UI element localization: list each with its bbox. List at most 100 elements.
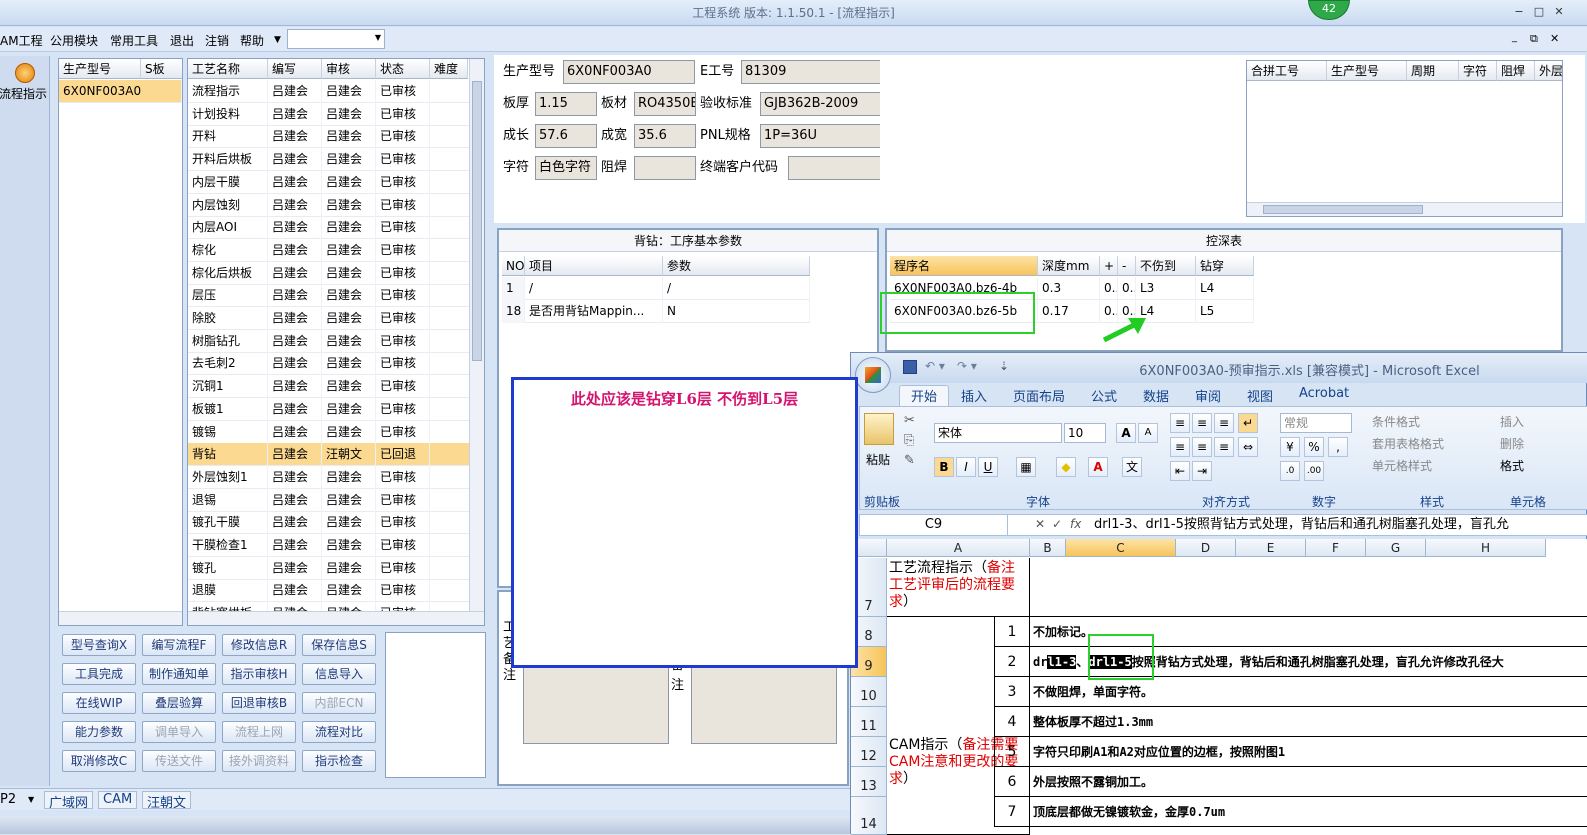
col-header-merge-number[interactable]: 合拼工号: [1247, 61, 1327, 81]
align-center-icon[interactable]: ≡: [1192, 437, 1212, 457]
save-icon[interactable]: [903, 360, 917, 374]
status-tab-user[interactable]: 汪朝文: [142, 791, 192, 811]
cell-b7-merged[interactable]: [1030, 558, 1587, 617]
delete-cells-button[interactable]: 删除: [1500, 435, 1524, 452]
table-row[interactable]: 干膜检查1 吕建会 吕建会 已审核: [188, 534, 469, 557]
scrollbar-thumb[interactable]: [472, 81, 482, 361]
bold-button[interactable]: B: [934, 457, 954, 477]
menu-item-logout[interactable]: 注销: [205, 32, 229, 49]
table-row[interactable]: 除胶 吕建会 吕建会 已审核: [188, 307, 469, 330]
copy-icon[interactable]: ⎘: [904, 433, 914, 448]
table-row[interactable]: 棕化 吕建会 吕建会 已审核: [188, 238, 469, 262]
material-field[interactable]: RO4350B: [634, 92, 696, 116]
table-row[interactable]: 退锡 吕建会 吕建会 已审核: [188, 488, 469, 512]
item-number[interactable]: 4: [994, 707, 1030, 737]
comma-icon[interactable]: ,: [1328, 437, 1348, 457]
wrap-text-icon[interactable]: ↵: [1238, 413, 1258, 433]
col-header-program[interactable]: 程序名: [890, 256, 1038, 276]
item-number[interactable]: 7: [994, 797, 1030, 827]
fill-color-icon[interactable]: ◆: [1056, 457, 1076, 477]
menu-item-help[interactable]: 帮助: [240, 32, 264, 49]
col-header-plus[interactable]: +: [1100, 256, 1118, 276]
format-as-table-button[interactable]: 套用表格格式: [1372, 435, 1444, 452]
table-row[interactable]: 板镀1 吕建会 吕建会 已审核: [188, 397, 469, 421]
col-header-g[interactable]: G: [1366, 539, 1426, 557]
table-row[interactable]: 镀锡 吕建会 吕建会 已审核: [188, 420, 469, 444]
menu-item-common-module[interactable]: 公用模块: [50, 32, 98, 49]
width-field[interactable]: 35.6: [634, 124, 696, 148]
action-button[interactable]: 指示审核H: [222, 663, 296, 685]
align-left-icon[interactable]: ≡: [1170, 437, 1190, 457]
action-button[interactable]: 指示检查: [302, 750, 376, 772]
table-row[interactable]: 计划投料 吕建会 吕建会 已审核: [188, 102, 469, 126]
table-row[interactable]: 18 是否用背钻Mappin... N: [502, 300, 810, 323]
action-button[interactable]: 信息导入: [302, 663, 376, 685]
action-button[interactable]: 取消修改C: [62, 750, 136, 772]
item-number[interactable]: 1: [994, 617, 1030, 647]
item-text[interactable]: 字符只印刷A1和A2对应位置的边框，按照附图1: [1030, 737, 1587, 767]
tab-insert[interactable]: 插入: [961, 386, 987, 405]
underline-button[interactable]: U: [978, 457, 998, 477]
status-tab-network[interactable]: 广域网: [44, 791, 94, 811]
model-field[interactable]: 6X0NF003A0: [563, 60, 695, 84]
process-remark-field[interactable]: [523, 664, 669, 744]
maximize-icon[interactable]: □: [1532, 5, 1546, 19]
col-header-c[interactable]: C: [1066, 539, 1176, 557]
col-header-character[interactable]: 字符: [1459, 61, 1497, 81]
col-header-f[interactable]: F: [1306, 539, 1366, 557]
function-icon[interactable]: fx: [1070, 517, 1081, 531]
e-number-field[interactable]: 81309: [741, 60, 883, 84]
col-header-drill-through[interactable]: 钻穿: [1196, 256, 1254, 276]
mdi-close-icon[interactable]: ✕: [1550, 32, 1559, 45]
cancel-icon[interactable]: ✕: [1035, 517, 1045, 531]
col-header-outer[interactable]: 外层: [1535, 61, 1562, 81]
item-number[interactable]: 6: [994, 767, 1030, 797]
table-row[interactable]: 层压 吕建会 吕建会 已审核: [188, 284, 469, 308]
undo-icon[interactable]: ↶ ▾: [925, 359, 945, 373]
item-text[interactable]: 外层按照不露铜加工。: [1030, 767, 1587, 797]
tab-page-layout[interactable]: 页面布局: [1013, 386, 1065, 405]
redo-icon[interactable]: ↷ ▾: [957, 359, 977, 373]
action-button[interactable]: 保存信息S: [302, 634, 376, 656]
action-button[interactable]: 修改信息R: [222, 634, 296, 656]
italic-button[interactable]: I: [956, 457, 976, 477]
align-top-icon[interactable]: ≡: [1170, 413, 1190, 433]
table-row[interactable]: 内层AOI 吕建会 吕建会 已审核: [188, 216, 469, 240]
grow-font-icon[interactable]: A: [1116, 423, 1136, 443]
currency-icon[interactable]: ¥: [1280, 437, 1300, 457]
process-instruction-button[interactable]: 流程指示: [0, 60, 47, 106]
mdi-minimize-icon[interactable]: _: [1512, 32, 1517, 43]
format-cells-button[interactable]: 格式: [1500, 457, 1524, 474]
action-button[interactable]: 工具完成: [62, 663, 136, 685]
table-row[interactable]: 退膜 吕建会 吕建会 已审核: [188, 579, 469, 603]
item-number[interactable]: 3: [994, 677, 1030, 707]
table-row[interactable]: 树脂钻孔 吕建会 吕建会 已审核: [188, 329, 469, 353]
col-header-mask[interactable]: 阻焊: [1497, 61, 1535, 81]
increase-decimal-icon[interactable]: .0: [1280, 461, 1300, 481]
merge-table-hscrollbar[interactable]: [1247, 202, 1562, 216]
table-row[interactable]: 开料 吕建会 吕建会 已审核: [188, 125, 469, 149]
row-header[interactable]: 14: [851, 797, 887, 835]
row-header[interactable]: 11: [851, 707, 887, 737]
tab-home[interactable]: 开始: [911, 386, 937, 405]
close-icon[interactable]: ✕: [1552, 5, 1566, 19]
table-row[interactable]: 背钻 吕建会 汪朝文 已回退: [188, 443, 469, 467]
action-button[interactable]: 制作通知单: [142, 663, 216, 685]
cell-a7[interactable]: 工艺流程指示（备注工艺评审后的流程要求）: [887, 558, 1030, 617]
item-text[interactable]: 顶底层都做无镍镀软金，金厚0.7um: [1030, 797, 1587, 827]
model-row[interactable]: 6X0NF003A0: [59, 80, 182, 103]
align-middle-icon[interactable]: ≡: [1192, 413, 1212, 433]
percent-icon[interactable]: %: [1304, 437, 1324, 457]
border-icon[interactable]: ▦: [1016, 457, 1036, 477]
col-header-d[interactable]: D: [1176, 539, 1236, 557]
standard-field[interactable]: GJB362B-2009: [760, 92, 883, 116]
col-header-depth[interactable]: 深度mm: [1038, 256, 1100, 276]
col-header-reviewer[interactable]: 审核: [322, 59, 376, 79]
col-header-status[interactable]: 状态: [376, 59, 430, 79]
menu-item-exit[interactable]: 退出: [170, 32, 194, 49]
action-button[interactable]: 流程上网: [222, 721, 296, 743]
item-number[interactable]: 5: [994, 737, 1030, 767]
tab-acrobat[interactable]: Acrobat: [1299, 386, 1349, 401]
length-field[interactable]: 57.6: [535, 124, 597, 148]
increase-indent-icon[interactable]: ⇥: [1192, 461, 1212, 481]
